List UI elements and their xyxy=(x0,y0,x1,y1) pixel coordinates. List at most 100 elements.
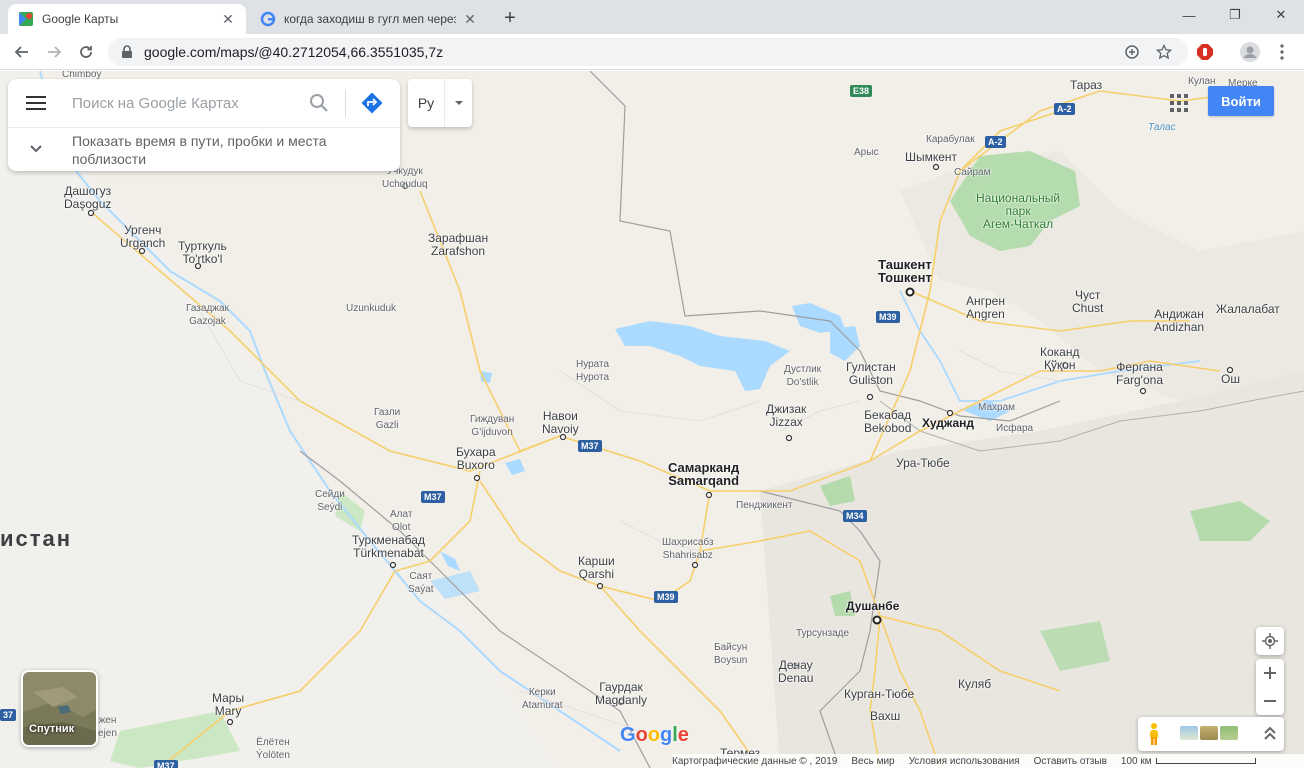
terms-link[interactable]: Условия использования xyxy=(909,756,1020,767)
city-label[interactable]: Турсунзаде xyxy=(796,627,849,640)
city-label[interactable]: Ош xyxy=(1221,373,1240,386)
city-label[interactable]: Дустлик Do'stlik xyxy=(784,363,821,389)
city-label[interactable]: Андижан Andizhan xyxy=(1154,308,1204,334)
my-location-icon xyxy=(1262,633,1278,649)
city-label[interactable]: Туркменабад Türkmenabat xyxy=(352,534,425,560)
directions-icon[interactable] xyxy=(360,91,384,115)
forward-arrow-icon xyxy=(48,46,62,58)
city-label[interactable]: Сейди Seýdi xyxy=(315,488,345,514)
road-shield: M37 xyxy=(578,440,602,452)
city-label[interactable]: Гулистан Guliston xyxy=(846,361,896,387)
park-label[interactable]: Национальный парк Агем-Чаткал xyxy=(976,192,1060,231)
city-label[interactable]: Ёлётен Ýolöten xyxy=(256,736,290,762)
city-label[interactable]: Ташкент Тошкент xyxy=(878,258,932,284)
nearby-toggle-button[interactable]: Показать время в пути, пробки и места по… xyxy=(8,128,400,171)
city-label[interactable]: Саят Saýat xyxy=(408,570,434,596)
city-label[interactable]: Карши Qarshi xyxy=(578,555,615,581)
terrain-layer-thumbnail[interactable] xyxy=(1180,726,1198,740)
city-label[interactable]: Мары Mary xyxy=(212,692,244,718)
city-label[interactable]: Карабулак xyxy=(926,133,975,146)
city-label[interactable]: Алат Olot xyxy=(390,508,412,534)
city-label[interactable]: Бухара Buxoro xyxy=(456,446,496,472)
city-label[interactable]: Шахрисабз Shahrisabz xyxy=(662,536,714,562)
city-label[interactable]: Курган-Тюбе xyxy=(844,688,914,701)
tab-title: когда заходиш в гугл меп через xyxy=(284,12,456,26)
city-label[interactable]: Фергана Farg'ona xyxy=(1116,361,1163,387)
address-bar[interactable]: google.com/maps/@40.2712054,66.3551035,7… xyxy=(108,38,1188,66)
city-label[interactable]: Сайрам xyxy=(954,166,990,179)
city-label[interactable]: Газли Gazli xyxy=(374,406,400,432)
city-label[interactable]: Бекабад Bekobod xyxy=(864,409,911,435)
close-tab-icon[interactable]: ✕ xyxy=(462,11,478,27)
city-label[interactable]: Дашогуз Daşoguz xyxy=(64,185,111,211)
road-shield: M37 xyxy=(421,491,445,503)
chrome-menu-icon[interactable] xyxy=(1270,40,1294,64)
map-canvas[interactable]: истан E38 A-2 A-2 M39 M37 M37 M34 M39 M3… xyxy=(0,71,1304,768)
city-label[interactable]: Коканд Қўқон xyxy=(1040,346,1079,372)
tab-google-search[interactable]: когда заходиш в гугл меп через ✕ xyxy=(250,4,488,34)
city-label[interactable]: Тараз xyxy=(1070,79,1102,92)
city-label[interactable]: Ангрен Angren xyxy=(966,295,1005,321)
language-selector[interactable]: Ру xyxy=(408,79,472,127)
feedback-link[interactable]: Оставить отзыв xyxy=(1034,756,1107,767)
city-label[interactable]: Арыс xyxy=(854,146,878,159)
google-apps-icon[interactable] xyxy=(1164,88,1192,116)
search-input[interactable] xyxy=(70,91,290,115)
city-label[interactable]: Худжанд xyxy=(922,417,974,430)
city-label[interactable]: Исфара xyxy=(996,422,1033,435)
satellite-layer-button[interactable]: Спутник xyxy=(21,670,98,747)
back-button[interactable] xyxy=(8,38,36,66)
city-label[interactable]: Зарафшан Zarafshon xyxy=(428,232,488,258)
city-label[interactable]: Гаурдак Magdanly xyxy=(595,681,647,707)
city-label[interactable]: Ургенч Urganch xyxy=(120,224,165,250)
close-tab-icon[interactable]: ✕ xyxy=(220,11,236,27)
signin-button[interactable]: Войти xyxy=(1208,86,1274,116)
zoom-indicator-icon[interactable] xyxy=(1120,40,1144,64)
bookmark-star-icon[interactable] xyxy=(1152,40,1176,64)
pegman-icon[interactable] xyxy=(1146,722,1162,746)
city-label[interactable]: Душанбе xyxy=(846,600,899,613)
profile-avatar-icon[interactable] xyxy=(1238,40,1262,64)
city-label[interactable]: Куляб xyxy=(958,678,991,691)
city-label[interactable]: Махрам xyxy=(978,401,1015,414)
city-label[interactable]: Турткуль To'rtko'l xyxy=(178,240,227,266)
tab-google-maps[interactable]: Google Карты ✕ xyxy=(8,4,246,34)
restore-button[interactable]: ❐ xyxy=(1212,0,1258,30)
road-shield: 37 xyxy=(0,709,17,721)
bicycling-layer-thumbnail[interactable] xyxy=(1220,726,1238,740)
city-label[interactable]: Пенджикент xyxy=(736,499,793,512)
city-label[interactable]: Байсун Boysun xyxy=(714,641,747,667)
city-label[interactable]: Жалалабат xyxy=(1216,303,1280,316)
traffic-layer-thumbnail[interactable] xyxy=(1200,726,1218,740)
city-label[interactable]: Талас xyxy=(1148,121,1176,134)
zoom-in-button[interactable] xyxy=(1256,659,1284,687)
scale-bar[interactable]: 100 км xyxy=(1121,756,1270,767)
zoom-out-button[interactable] xyxy=(1256,687,1284,715)
city-label[interactable]: Шымкент xyxy=(905,151,957,164)
world-link[interactable]: Весь мир xyxy=(851,756,894,767)
city-label[interactable]: Навои Navoiy xyxy=(542,410,579,436)
search-icon[interactable] xyxy=(308,92,330,114)
expand-chevrons-icon[interactable] xyxy=(1262,725,1278,743)
city-label[interactable]: Самарканд Samarqand xyxy=(668,461,739,487)
new-tab-button[interactable]: + xyxy=(498,6,522,30)
city-label[interactable]: Ура-Тюбе xyxy=(896,457,950,470)
city-label[interactable]: Керки Atamurat xyxy=(522,686,563,712)
city-label[interactable]: Денау Denau xyxy=(778,659,813,685)
forward-button[interactable] xyxy=(40,38,68,66)
adblock-extension-icon[interactable] xyxy=(1193,40,1217,64)
close-window-button[interactable]: ✕ xyxy=(1258,0,1304,30)
city-label[interactable]: Вахш xyxy=(870,710,900,723)
city-label[interactable]: Гиждуван G'ijduvon xyxy=(470,413,514,439)
city-label[interactable]: Нурата Нурота xyxy=(576,358,609,384)
city-label[interactable]: Газаджак Gazojak xyxy=(186,302,229,328)
satellite-thumbnail-image xyxy=(23,672,96,745)
reload-button[interactable] xyxy=(72,38,100,66)
minimize-button[interactable]: — xyxy=(1166,0,1212,30)
city-label[interactable]: жен ejen xyxy=(98,714,117,740)
hamburger-menu-icon[interactable] xyxy=(22,93,50,113)
my-location-button[interactable] xyxy=(1256,627,1284,655)
city-label[interactable]: Джизак Jizzax xyxy=(766,403,806,429)
city-label[interactable]: Uzunkuduk xyxy=(346,302,396,315)
city-label[interactable]: Чуст Chust xyxy=(1072,289,1103,315)
